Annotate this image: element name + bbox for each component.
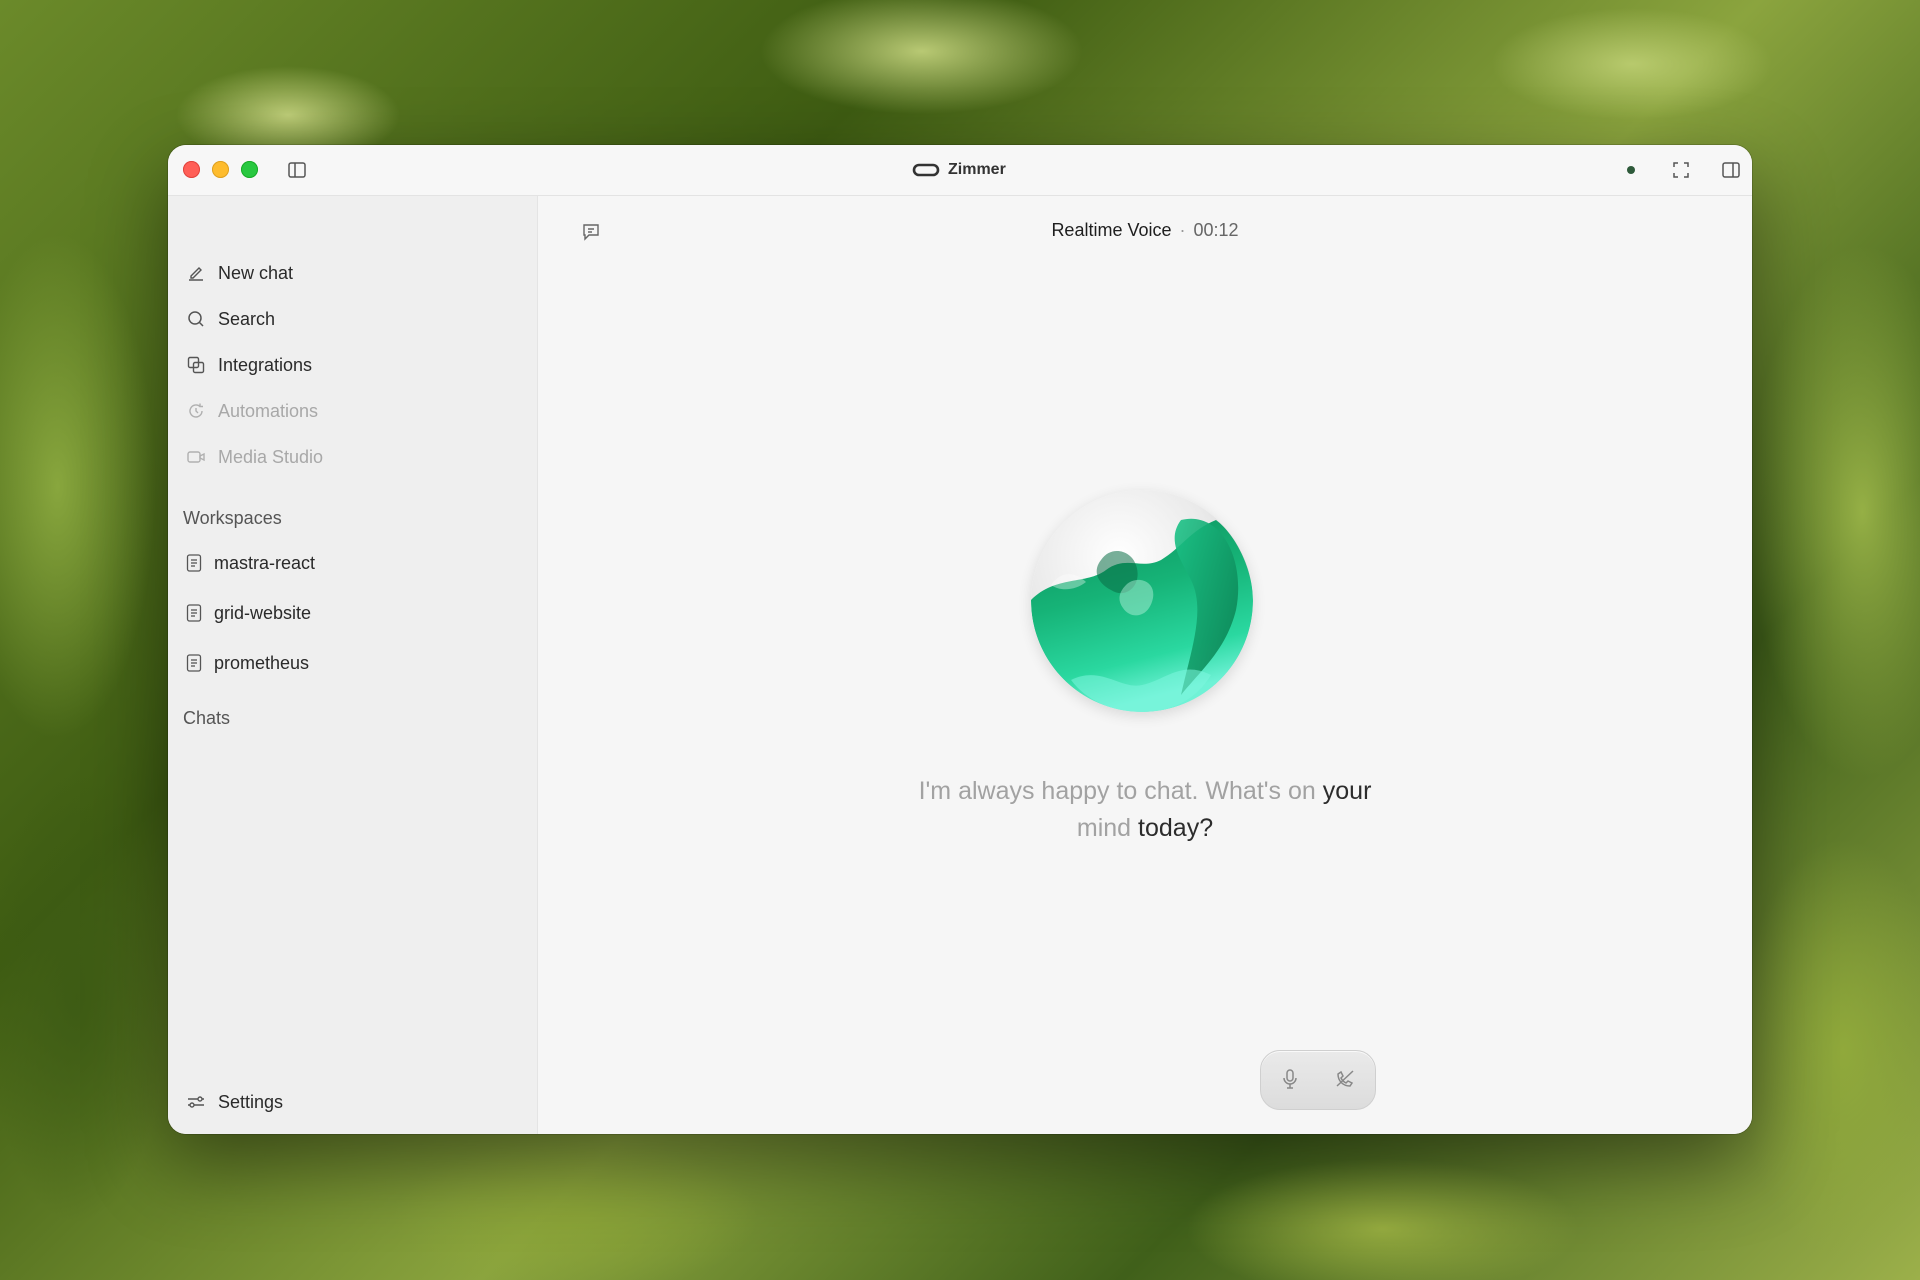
sidebar-item-media-studio[interactable]: Media Studio: [186, 442, 323, 472]
workspace-item-prometheus[interactable]: prometheus: [185, 648, 309, 678]
voice-session-header: Realtime Voice · 00:12: [538, 220, 1752, 241]
message-strong-1: your: [1322, 777, 1372, 805]
pencil-icon: [189, 267, 203, 281]
title-separator: ·: [1179, 220, 1186, 240]
microphone-icon: [1283, 1069, 1297, 1089]
right-panel-toggle-icon[interactable]: [1720, 159, 1742, 181]
sidebar-item-label: Search: [218, 308, 276, 329]
chats-heading: Chats: [183, 708, 231, 728]
app-name: Zimmer: [948, 161, 1006, 178]
end-call-button[interactable]: [1332, 1066, 1358, 1092]
message-strong-2: today?: [1138, 814, 1214, 842]
sidebar-item-label: New chat: [218, 262, 294, 283]
session-timer: 00:12: [1193, 220, 1239, 240]
search-icon: [188, 311, 204, 327]
workspace-label: mastra-react: [214, 552, 316, 573]
automations-icon: [189, 403, 203, 418]
message-dim-1: I'm always happy to chat. What's on: [918, 777, 1323, 805]
sidebar-item-label: Integrations: [218, 354, 313, 375]
close-window-button[interactable]: [183, 161, 200, 178]
workspaces-heading: Workspaces: [183, 508, 282, 528]
workspace-item-grid-website[interactable]: grid-website: [185, 598, 311, 628]
document-icon: [186, 604, 202, 622]
phone-off-icon: [1336, 1070, 1354, 1087]
sidebar-item-label: Automations: [218, 400, 319, 421]
zoom-window-button[interactable]: [241, 161, 258, 178]
assistant-message: I'm always happy to chat. What's on your…: [858, 773, 1432, 847]
voice-chat-panel: Realtime Voice · 00:12 I'm always happy …: [538, 196, 1752, 1134]
workspace-label: grid-website: [214, 602, 312, 623]
app-window: Zimmer New chat Search Integrations Auto…: [168, 145, 1752, 1134]
sidebar-toggle-icon[interactable]: [286, 159, 308, 181]
message-dim-2: mind: [1076, 814, 1139, 842]
sidebar-item-label: Media Studio: [218, 446, 324, 467]
app-logo-icon: [912, 163, 940, 177]
video-camera-icon: [187, 451, 205, 463]
minimize-window-button[interactable]: [212, 161, 229, 178]
integrations-icon: [187, 356, 205, 374]
fullscreen-icon[interactable]: [1670, 159, 1692, 181]
app-title: Zimmer: [912, 159, 1006, 181]
sidebar-item-settings[interactable]: Settings: [186, 1087, 283, 1117]
document-icon: [186, 554, 202, 572]
sidebar-item-search[interactable]: Search: [186, 304, 275, 334]
workspace-label: prometheus: [214, 652, 310, 673]
status-dot-icon: [1620, 159, 1642, 181]
voice-controls: [1260, 1050, 1376, 1110]
microphone-button[interactable]: [1277, 1066, 1303, 1092]
sidebar: New chat Search Integrations Automations…: [168, 196, 538, 1134]
workspace-item-mastra-react[interactable]: mastra-react: [185, 548, 315, 578]
session-title: Realtime Voice: [1051, 220, 1172, 240]
voice-orb: [1031, 490, 1253, 712]
sidebar-item-integrations[interactable]: Integrations: [186, 350, 312, 380]
title-bar: Zimmer: [168, 145, 1752, 196]
sidebar-item-new-chat[interactable]: New chat: [186, 258, 293, 288]
document-icon: [186, 654, 202, 672]
sidebar-item-automations[interactable]: Automations: [186, 396, 318, 426]
sidebar-item-label: Settings: [218, 1091, 284, 1112]
settings-sliders-icon: [188, 1096, 204, 1108]
